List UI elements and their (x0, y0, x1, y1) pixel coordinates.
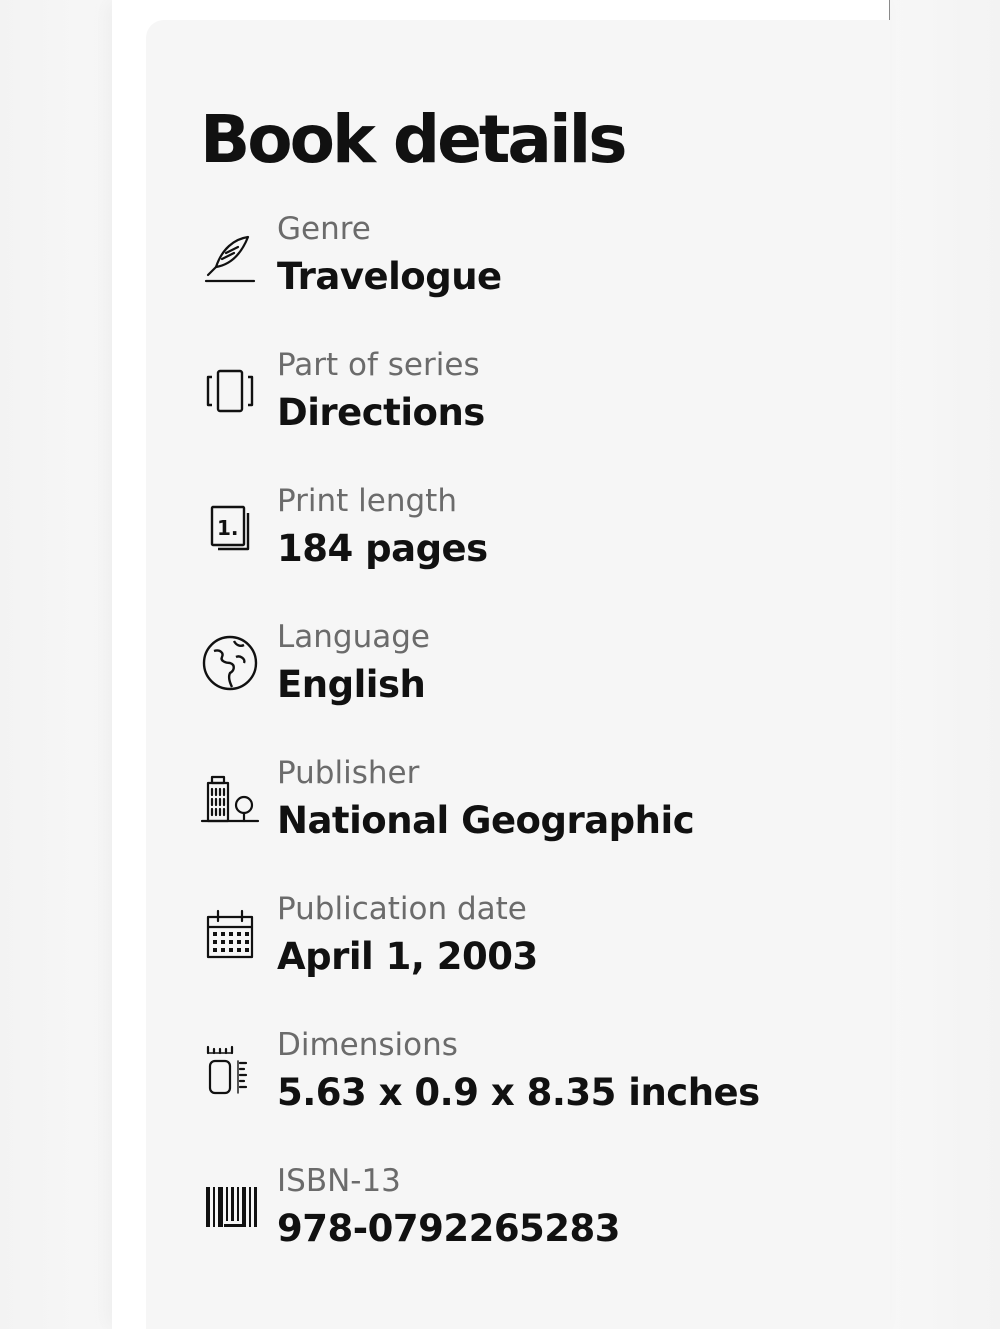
detail-language: Language English (200, 619, 820, 733)
detail-label: Publisher (277, 755, 420, 791)
book-details-heading: Book details (200, 101, 627, 178)
dimensions-icon (200, 1041, 260, 1101)
detail-value: 184 pages (277, 527, 488, 570)
page: Book details Genre Travelogue Part of se… (0, 0, 1000, 1329)
detail-label: ISBN-13 (277, 1163, 401, 1199)
detail-value: Directions (277, 391, 485, 434)
quill-icon (200, 225, 260, 285)
detail-label: Language (277, 619, 430, 655)
detail-print-length: 1. Print length 184 pages (200, 483, 820, 597)
detail-value: National Geographic (277, 799, 695, 842)
detail-label: Part of series (277, 347, 480, 383)
detail-label: Genre (277, 211, 371, 247)
detail-genre: Genre Travelogue (200, 211, 820, 325)
detail-series: Part of series Directions (200, 347, 820, 461)
detail-value: 5.63 x 0.9 x 8.35 inches (277, 1071, 760, 1114)
detail-label: Publication date (277, 891, 527, 927)
detail-publication-date: Publication date April 1, 2003 (200, 891, 820, 1005)
barcode-icon (200, 1177, 260, 1237)
detail-isbn-13: ISBN-13 978-0792265283 (200, 1163, 820, 1277)
detail-dimensions: Dimensions 5.63 x 0.9 x 8.35 inches (200, 1027, 820, 1141)
svg-text:1.: 1. (217, 516, 239, 540)
detail-value: Travelogue (277, 255, 502, 298)
publisher-building-icon (200, 769, 260, 829)
detail-label: Print length (277, 483, 457, 519)
globe-icon (200, 633, 260, 693)
detail-publisher: Publisher National Geographic (200, 755, 820, 869)
detail-value: 978-0792265283 (277, 1207, 621, 1250)
calendar-icon (200, 905, 260, 965)
pages-icon: 1. (200, 497, 260, 557)
detail-value: English (277, 663, 426, 706)
series-icon (200, 361, 260, 421)
detail-value: April 1, 2003 (277, 935, 538, 978)
detail-label: Dimensions (277, 1027, 458, 1063)
